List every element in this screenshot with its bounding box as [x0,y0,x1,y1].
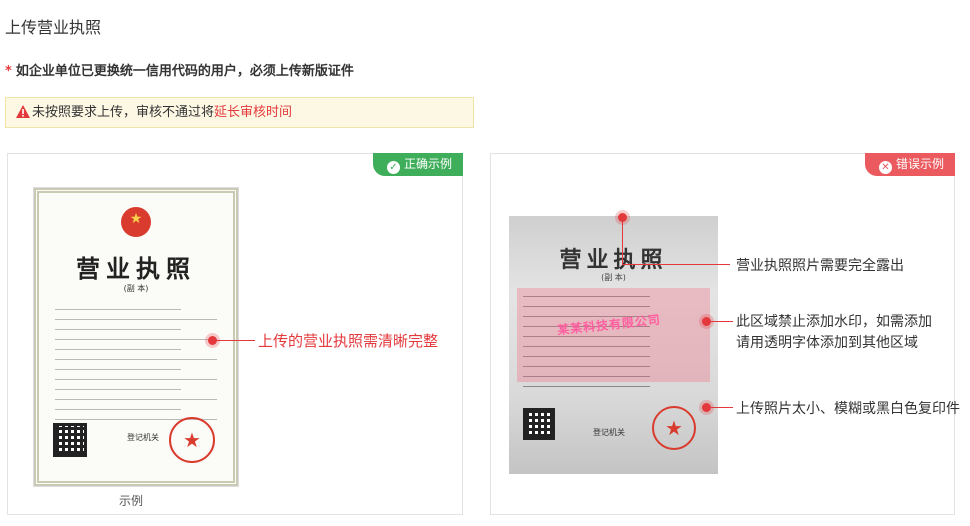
annotation-line [622,264,730,265]
page-title: 上传营业执照 [5,18,102,37]
requirement-notice: * 如企业单位已更换统一信用代码的用户，必须上传新版证件 [5,60,354,79]
license-subtitle: (副 本) [123,284,149,293]
warning-banner: 未按照要求上传，审核不通过将延长审核时间 [5,97,474,128]
registration-office: 登记机关 [127,433,159,442]
watermark-zone: 某某科技有限公司 [517,288,710,382]
wrong-annotation-2: 此区域禁止添加水印，如需添加 请用透明字体添加到其他区域 [736,314,932,351]
correct-example-label: 正确示例 [403,157,452,171]
correct-example-ribbon: ✓ 正确示例 [372,153,463,176]
wrong-example-card: ✕ 错误示例 营业执照 (副 本) 某某科技有限公司 登记机关 ★ 营业执照照片需… [490,153,960,515]
warning-text: 未按照要求上传，审核不通过将 [32,105,215,120]
annotation-line [622,218,623,264]
wrong-example-ribbon: ✕ 错误示例 [864,153,955,176]
qr-code-icon [523,408,555,440]
wrong-example-label: 错误示例 [895,157,944,171]
check-circle-icon: ✓ [386,161,400,174]
license-title: 营业执照 [76,254,196,283]
sample-license-image: 营业执照 (副 本) 登记机关 ★ [34,188,238,486]
annotation-line [711,321,733,322]
x-circle-icon: ✕ [878,161,892,174]
required-star: * [5,64,12,79]
annotation-dot [702,403,711,412]
correct-example-card: ✓正确示例 营业执照 (副 本) 登记机关 ★ 上传的营业执照需清晰完整 示例 [7,153,463,515]
qr-code-icon [53,423,87,457]
watermark-text: 某某科技有限公司 [556,312,662,338]
national-emblem-icon [121,207,151,237]
official-seal-icon: ★ [652,406,696,450]
wrong-annotation-3: 上传照片太小、模糊或黑白色复印件 [736,401,960,417]
annotation-dot [702,317,711,326]
annotation-line [217,340,255,341]
bad-license-subtitle: (副 本) [601,273,626,282]
official-seal-icon: ★ [169,417,215,463]
requirement-text: 如企业单位已更换统一信用代码的用户，必须上传新版证件 [15,64,354,79]
bad-license-photo: 营业执照 (副 本) 某某科技有限公司 登记机关 ★ [509,216,718,474]
license-text-lines [55,309,217,429]
annotation-dot [208,336,217,345]
wrong-annotation-1: 营业执照照片需要完全露出 [736,258,904,274]
warning-highlight: 延长审核时间 [214,105,293,120]
bad-license-title: 营业执照 [559,247,668,273]
warning-triangle-icon [16,100,30,129]
correct-annotation: 上传的营业执照需清晰完整 [258,332,439,350]
sample-caption: 示例 [119,494,144,508]
annotation-line [711,407,733,408]
registration-office: 登记机关 [593,428,625,437]
